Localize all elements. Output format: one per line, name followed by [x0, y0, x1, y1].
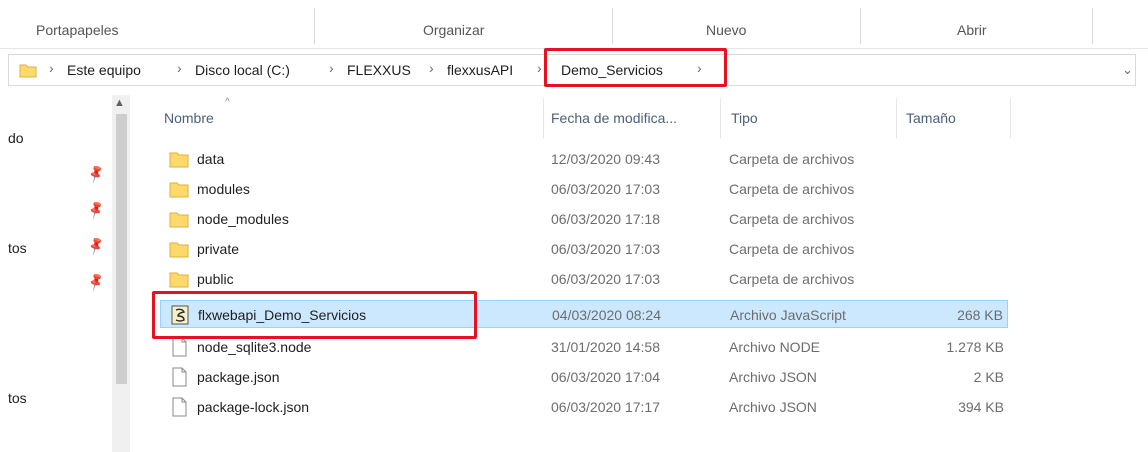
file-name: package-lock.json [197, 399, 310, 415]
file-size: 268 KB [957, 307, 1003, 323]
column-header-type[interactable]: Tipo [731, 110, 758, 126]
file-date: 06/03/2020 17:03 [551, 241, 660, 257]
column-header-name[interactable]: Nombre [164, 110, 214, 126]
folder-icon [169, 272, 189, 288]
chevron-right-icon[interactable]: › [177, 60, 182, 76]
nav-item-label[interactable]: tos [8, 240, 27, 256]
ribbon-group-clipboard: Portapapeles [36, 22, 119, 38]
pin-icon[interactable]: 📌 [85, 163, 107, 185]
file-type: Archivo JSON [729, 399, 817, 415]
file-type: Archivo NODE [729, 339, 821, 355]
ribbon: Portapapeles Organizar Nuevo Abrir [0, 0, 1148, 49]
file-name: package.json [197, 369, 280, 385]
chevron-down-icon[interactable]: ⌄ [1122, 62, 1133, 78]
file-type: Carpeta de archivos [729, 181, 855, 197]
file-size: 2 KB [973, 369, 1004, 385]
nav-item-label[interactable]: do [8, 130, 24, 146]
file-size: 394 KB [958, 399, 1004, 415]
ribbon-group-new: Nuevo [706, 22, 747, 38]
file-date: 04/03/2020 08:24 [552, 307, 661, 323]
pin-icon[interactable]: 📌 [85, 235, 107, 257]
file-date: 31/01/2020 14:58 [551, 339, 660, 355]
ribbon-separator [314, 8, 315, 44]
file-type: Carpeta de archivos [729, 241, 855, 257]
column-separator[interactable] [720, 98, 721, 138]
file-date: 06/03/2020 17:18 [551, 211, 660, 227]
file-type: Carpeta de archivos [729, 151, 855, 167]
folder-icon [19, 64, 37, 78]
ribbon-separator [860, 8, 861, 44]
column-header-size[interactable]: Tamaño [906, 110, 956, 126]
ribbon-separator [612, 8, 613, 44]
file-icon [172, 337, 187, 357]
file-name: private [197, 241, 240, 257]
breadcrumb-flexxus[interactable]: FLEXXUS [347, 62, 411, 78]
highlight-box-file [152, 291, 477, 339]
file-name: modules [197, 181, 250, 197]
nav-item-label[interactable]: tos [8, 390, 27, 406]
file-name: node_modules [197, 211, 289, 227]
ribbon-separator [1092, 8, 1093, 44]
file-date: 06/03/2020 17:04 [551, 369, 660, 385]
file-row[interactable]: package-lock.json 06/03/2020 17:17 Archi… [160, 393, 1008, 421]
scrollbar-thumb[interactable] [116, 114, 127, 384]
file-row[interactable]: package.json 06/03/2020 17:04 Archivo JS… [160, 363, 1008, 391]
column-separator[interactable] [543, 98, 544, 138]
file-type: Carpeta de archivos [729, 211, 855, 227]
file-row[interactable]: node_modules 06/03/2020 17:18 Carpeta de… [160, 205, 1008, 233]
column-separator[interactable] [1010, 98, 1011, 138]
breadcrumb-disco-local[interactable]: Disco local (C:) [195, 62, 290, 78]
file-row[interactable]: private 06/03/2020 17:03 Carpeta de arch… [160, 235, 1008, 263]
breadcrumb-este-equipo[interactable]: Este equipo [67, 62, 141, 78]
column-header-date[interactable]: Fecha de modifica... [551, 110, 677, 126]
file-date: 06/03/2020 17:03 [551, 181, 660, 197]
ribbon-group-organize: Organizar [423, 22, 485, 38]
pin-icon[interactable]: 📌 [85, 271, 107, 293]
sort-ascending-icon: ^ [225, 97, 230, 108]
folder-icon [169, 212, 189, 228]
file-type: Archivo JSON [729, 369, 817, 385]
file-row[interactable]: public 06/03/2020 17:03 Carpeta de archi… [160, 265, 1008, 293]
file-date: 06/03/2020 17:03 [551, 271, 660, 287]
pin-icon[interactable]: 📌 [85, 199, 107, 221]
chevron-right-icon[interactable]: › [329, 60, 334, 76]
file-icon [172, 367, 187, 387]
file-date: 12/03/2020 09:43 [551, 151, 660, 167]
folder-icon [169, 242, 189, 258]
file-row[interactable]: data 12/03/2020 09:43 Carpeta de archivo… [160, 145, 1008, 173]
chevron-right-icon[interactable]: › [429, 60, 434, 76]
file-icon [172, 397, 187, 417]
file-size: 1.278 KB [946, 339, 1004, 355]
file-row[interactable]: modules 06/03/2020 17:03 Carpeta de arch… [160, 175, 1008, 203]
file-date: 06/03/2020 17:17 [551, 399, 660, 415]
column-separator[interactable] [896, 98, 897, 138]
file-name: node_sqlite3.node [197, 339, 312, 355]
highlight-box-breadcrumb [544, 48, 727, 87]
ribbon-group-open: Abrir [957, 22, 987, 38]
file-type: Carpeta de archivos [729, 271, 855, 287]
file-type: Archivo JavaScript [730, 307, 846, 323]
folder-icon [169, 152, 189, 168]
scroll-up-arrow-icon[interactable]: ▲ [114, 97, 125, 109]
breadcrumb-flexxusapi[interactable]: flexxusAPI [447, 62, 513, 78]
file-name: public [197, 271, 234, 287]
folder-icon [169, 182, 189, 198]
chevron-right-icon[interactable]: › [49, 60, 54, 76]
file-name: data [197, 151, 225, 167]
chevron-right-icon[interactable]: › [537, 60, 542, 76]
